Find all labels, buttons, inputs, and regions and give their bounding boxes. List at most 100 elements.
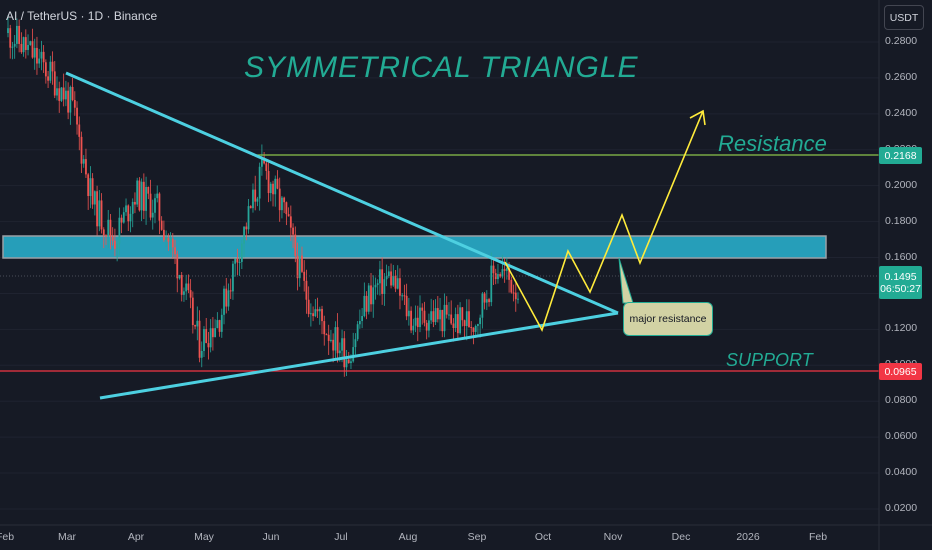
candle-up xyxy=(178,274,181,279)
candle-down xyxy=(254,189,257,202)
candle-up xyxy=(517,298,519,300)
chart-title: SYMMETRICAL TRIANGLE xyxy=(244,51,639,84)
candle-down xyxy=(514,292,517,300)
bar-countdown: 06:50:27 xyxy=(880,282,921,295)
candle-up xyxy=(234,258,237,264)
candle-down xyxy=(127,205,130,222)
candle-down xyxy=(503,269,506,271)
candle-up xyxy=(412,325,415,331)
candle-up xyxy=(40,51,43,59)
candle-down xyxy=(71,86,74,101)
candle-up xyxy=(434,308,437,323)
candle-up xyxy=(154,198,156,213)
candle-up xyxy=(11,46,14,48)
candle-down xyxy=(436,308,439,320)
currency-button[interactable]: USDT xyxy=(884,5,924,30)
candle-down xyxy=(332,339,335,351)
candle-up xyxy=(38,58,41,64)
candle-up xyxy=(363,295,366,317)
candle-up xyxy=(118,217,121,244)
candle-up xyxy=(396,278,399,289)
candle-down xyxy=(323,321,326,335)
candle-down xyxy=(245,226,248,230)
x-tick-label: Feb xyxy=(808,531,828,543)
candle-up xyxy=(125,205,127,213)
candle-down xyxy=(134,201,136,205)
candle-down xyxy=(316,309,319,312)
candle-down xyxy=(483,293,486,303)
candle-up xyxy=(350,361,352,364)
candle-down xyxy=(283,197,286,203)
candle-down xyxy=(488,299,490,303)
candle-up xyxy=(165,237,168,241)
candle-down xyxy=(307,299,310,315)
candle-up xyxy=(392,275,395,286)
candle-down xyxy=(51,61,54,72)
candle-down xyxy=(44,62,47,77)
candle-down xyxy=(456,314,459,334)
candle-up xyxy=(247,206,250,230)
candle-down xyxy=(9,28,12,48)
candle-up xyxy=(485,299,488,303)
candle-down xyxy=(87,174,90,197)
candle-up xyxy=(65,90,67,100)
candle-down xyxy=(229,290,232,292)
candle-down xyxy=(510,279,513,293)
projection-path xyxy=(504,110,704,333)
candle-up xyxy=(240,243,243,262)
candle-down xyxy=(445,304,448,315)
candle-up xyxy=(361,316,364,321)
candle-up xyxy=(136,180,139,205)
candle-up xyxy=(151,212,154,218)
candle-up xyxy=(252,189,254,209)
candle-down xyxy=(120,217,123,223)
y-tick-label: 0.2000 xyxy=(885,178,918,191)
candle-down xyxy=(194,325,196,327)
candle-down xyxy=(78,124,81,137)
candle-down xyxy=(180,274,183,295)
candle-up xyxy=(49,61,52,81)
candle-up xyxy=(385,276,388,280)
candle-up xyxy=(490,265,493,303)
candle-up xyxy=(140,181,143,211)
candle-down xyxy=(312,313,315,317)
candle-up xyxy=(281,197,283,211)
symbol-label: AI / TetherUS · 1D · Binance xyxy=(6,9,158,23)
resistance-label: Resistance xyxy=(718,131,827,156)
candle-down xyxy=(162,229,165,241)
candle-up xyxy=(334,327,337,351)
candle-down xyxy=(336,327,339,354)
candle-down xyxy=(67,90,70,113)
candle-down xyxy=(432,311,435,323)
candle-down xyxy=(20,43,23,53)
candle-down xyxy=(198,320,201,358)
y-tick-label: 0.2600 xyxy=(885,70,918,83)
candle-up xyxy=(383,279,386,294)
candle-up xyxy=(401,295,404,297)
candle-up xyxy=(238,261,241,263)
major-resistance-callout: major resistance xyxy=(623,302,713,336)
candle-up xyxy=(107,219,110,237)
candle-up xyxy=(131,201,134,214)
candle-up xyxy=(430,311,433,321)
candle-down xyxy=(472,327,475,332)
candle-down xyxy=(278,188,281,211)
candle-down xyxy=(176,254,179,279)
x-tick-label: May xyxy=(194,531,214,543)
candle-up xyxy=(318,308,321,312)
candle-up xyxy=(341,338,343,351)
candle-down xyxy=(111,236,114,241)
candle-down xyxy=(265,163,268,171)
candle-down xyxy=(189,290,192,298)
candle-up xyxy=(497,274,499,280)
candle-up xyxy=(459,307,461,334)
candle-down xyxy=(289,216,292,228)
candle-down xyxy=(410,310,413,331)
candle-up xyxy=(60,87,63,101)
candle-up xyxy=(22,37,25,53)
candle-up xyxy=(33,47,36,58)
candle-down xyxy=(305,280,308,300)
candle-down xyxy=(36,47,38,64)
candle-up xyxy=(269,183,272,194)
candle-down xyxy=(267,170,270,194)
